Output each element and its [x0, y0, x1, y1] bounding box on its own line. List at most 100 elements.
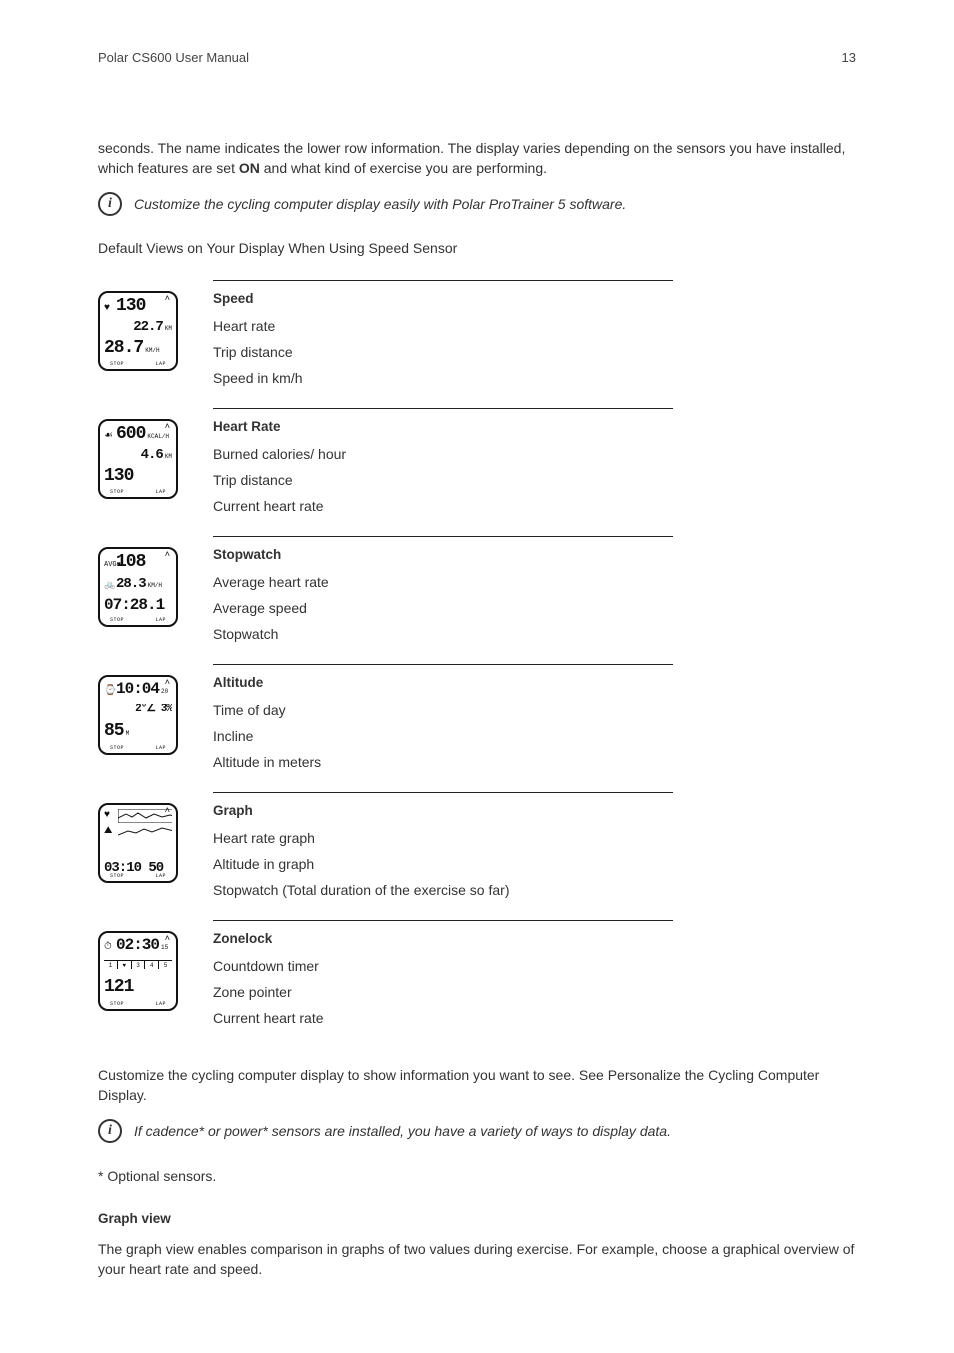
stop-label: STOP — [110, 361, 124, 367]
table-row: ˄ ♥ ⛰ 03:10 50 STOPLAP — [98, 793, 673, 921]
unit: M — [126, 731, 130, 737]
display-thumb-altitude: ˄ ⌚10:0420 2°∠ 3% 85M STOPLAP — [98, 675, 178, 755]
lap-label: LAP — [155, 745, 166, 751]
page-header: Polar CS600 User Manual 13 — [98, 50, 856, 65]
unit: KM — [165, 454, 172, 460]
customize-paragraph: Customize the cycling computer display t… — [98, 1066, 856, 1105]
stop-label: STOP — [110, 489, 124, 495]
view-title: Altitude — [213, 675, 661, 690]
table-row: ˄ ☙600KCAL/H 4.6KM 130 STOP LAP Heart Rat… — [98, 409, 673, 537]
value: 22.7 — [133, 320, 163, 334]
value: 130 — [104, 467, 133, 485]
view-line: Heart rate graph — [213, 830, 661, 846]
view-line: Countdown timer — [213, 958, 661, 974]
view-line: Current heart rate — [213, 1010, 661, 1026]
zone: 5 — [158, 961, 172, 969]
value: 85 — [104, 722, 124, 740]
stop-label: STOP — [110, 617, 124, 623]
value: 121 — [104, 978, 133, 996]
chevron-up-icon: ˄ — [165, 550, 170, 560]
value: 2°∠ 3% — [135, 704, 172, 715]
page: Polar CS600 User Manual 13 seconds. The … — [0, 0, 954, 1353]
view-line: Time of day — [213, 702, 661, 718]
optional-sensors-note: * Optional sensors. — [98, 1167, 856, 1187]
table-row: ˄ ⌚10:0420 2°∠ 3% 85M STOPLAP Altitude T… — [98, 665, 673, 793]
seconds: 15 — [161, 945, 168, 951]
manual-title: Polar CS600 User Manual — [98, 50, 249, 65]
view-line: Average heart rate — [213, 574, 661, 590]
lap-label: LAP — [155, 489, 166, 495]
view-line: Trip distance — [213, 344, 661, 360]
value: 600 — [116, 425, 145, 443]
display-thumb-heartrate: ˄ ☙600KCAL/H 4.6KM 130 STOP LAP — [98, 419, 178, 499]
bicycle-icon: 🚲 — [104, 581, 116, 590]
value: 4.6 — [141, 448, 163, 462]
seconds: 20 — [161, 689, 168, 695]
section-title: Default Views on Your Display When Using… — [98, 240, 856, 256]
value: 07:28.1 — [104, 597, 164, 613]
display-thumb-speed: ˄ ♥130 22.7KM 28.7KM/H STOPLAP — [98, 291, 178, 371]
value: 28.7 — [104, 339, 143, 357]
info-icon: i — [98, 1119, 122, 1143]
unit: KM — [165, 326, 172, 332]
view-title: Stopwatch — [213, 547, 661, 562]
graph-view-paragraph: The graph view enables comparison in gra… — [98, 1240, 856, 1279]
view-line: Burned calories/ hour — [213, 446, 661, 462]
info-icon: i — [98, 192, 122, 216]
table-row: ˄ AVG♥108 🚲28.3KM/H 07:28.1 STOPLAP Stop… — [98, 537, 673, 665]
view-title: Zonelock — [213, 931, 661, 946]
view-title: Heart Rate — [213, 419, 661, 434]
unit: KM/H — [145, 348, 159, 354]
intro-paragraph: seconds. The name indicates the lower ro… — [98, 139, 856, 178]
display-thumb-zonelock: ˄ ⏱02:3015 1 ♥ 3 4 5 121 STOPLAP — [98, 931, 178, 1011]
view-line: Altitude in meters — [213, 754, 661, 770]
info-text: Customize the cycling computer display e… — [134, 196, 626, 212]
intro-text-b: and what kind of exercise you are perfor… — [260, 160, 547, 176]
chevron-up-icon: ˄ — [165, 934, 170, 944]
info-callout-2: i If cadence* or power* sensors are inst… — [98, 1119, 856, 1143]
display-thumb-graph: ˄ ♥ ⛰ 03:10 50 STOPLAP — [98, 803, 178, 883]
unit: KM/H — [148, 583, 162, 589]
unit: KCAL/H — [147, 434, 169, 440]
zone: ♥ — [117, 961, 131, 969]
view-line: Altitude in graph — [213, 856, 661, 872]
stop-label: STOP — [110, 1001, 124, 1007]
on-label: ON — [239, 160, 260, 176]
stop-label: STOP — [110, 745, 124, 751]
views-table: ˄ ♥130 22.7KM 28.7KM/H STOPLAP Speed Hea… — [98, 280, 673, 1048]
zone: 3 — [131, 961, 145, 969]
info-text: If cadence* or power* sensors are instal… — [134, 1123, 671, 1139]
lap-label: LAP — [155, 361, 166, 367]
table-row: ˄ ⏱02:3015 1 ♥ 3 4 5 121 STOPLAP Zoneloc… — [98, 921, 673, 1049]
page-number: 13 — [842, 50, 856, 65]
chevron-up-icon: ˄ — [165, 422, 170, 432]
timer-icon: ⏱ — [104, 943, 116, 953]
heart-icon: ♥ — [104, 810, 116, 821]
alt-graph-icon — [118, 825, 172, 837]
view-line: Incline — [213, 728, 661, 744]
altitude-icon: ⛰ — [104, 825, 116, 837]
heart-icon: ♥ — [104, 304, 116, 314]
view-title: Graph — [213, 803, 661, 818]
chevron-up-icon: ˄ — [165, 294, 170, 304]
value: 28.3 — [116, 577, 146, 591]
view-title: Speed — [213, 291, 661, 306]
zone: 1 — [104, 961, 117, 969]
value: 02:30 — [116, 937, 159, 953]
view-line: Current heart rate — [213, 498, 661, 514]
stop-label: STOP — [110, 873, 124, 879]
value: 108 — [116, 553, 145, 571]
zone: 4 — [144, 961, 158, 969]
chevron-up-icon: ˄ — [165, 678, 170, 688]
zone-pointer: 1 ♥ 3 4 5 — [104, 960, 172, 971]
view-line: Speed in km/h — [213, 370, 661, 386]
graph-view-heading: Graph view — [98, 1211, 856, 1226]
clock-icon: ⌚ — [104, 687, 116, 697]
table-row: ˄ ♥130 22.7KM 28.7KM/H STOPLAP Speed Hea… — [98, 281, 673, 409]
info-callout-1: i Customize the cycling computer display… — [98, 192, 856, 216]
chevron-up-icon: ˄ — [165, 806, 170, 816]
view-line: Stopwatch (Total duration of the exercis… — [213, 882, 661, 898]
cycling-icon: ☙ — [104, 432, 116, 442]
view-line: Average speed — [213, 600, 661, 616]
view-line: Zone pointer — [213, 984, 661, 1000]
